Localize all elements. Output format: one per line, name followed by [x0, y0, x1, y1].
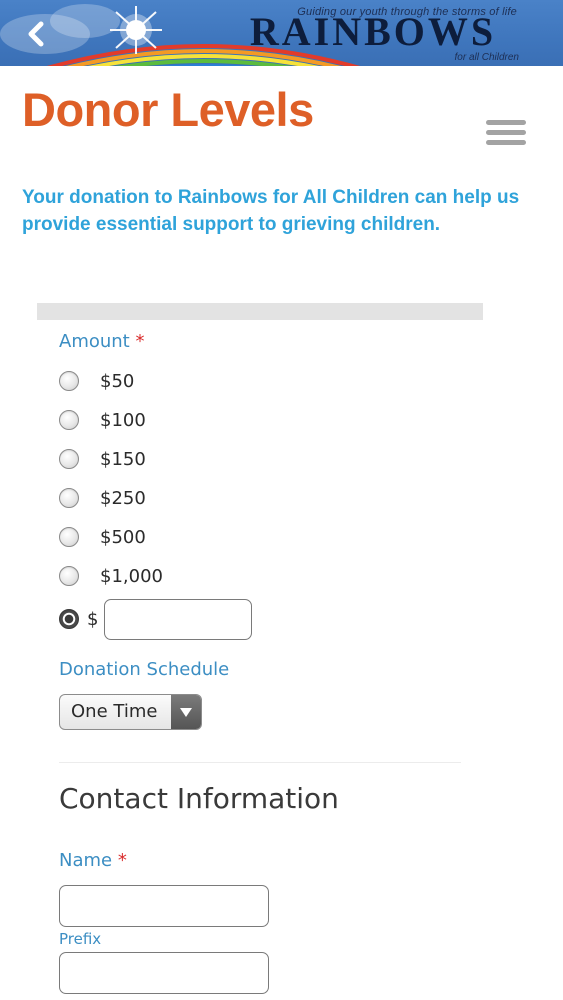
contact-section-title: Contact Information	[59, 782, 339, 815]
radio-button[interactable]	[59, 566, 79, 586]
amount-option-100[interactable]: $100	[59, 408, 146, 432]
radio-button[interactable]	[59, 449, 79, 469]
header-banner: Guiding our youth through the storms of …	[0, 0, 563, 66]
radio-button[interactable]	[59, 410, 79, 430]
required-asterisk: *	[117, 850, 127, 871]
donation-schedule-label: Donation Schedule	[59, 659, 230, 680]
brand-subtitle: for all Children	[454, 52, 519, 63]
form-header-bar	[37, 303, 483, 320]
amount-option-500[interactable]: $500	[59, 525, 146, 549]
first-name-input[interactable]	[59, 952, 269, 994]
back-button[interactable]	[22, 16, 52, 50]
sun-icon	[110, 6, 162, 54]
prefix-label: Prefix	[59, 930, 102, 948]
intro-text: Your donation to Rainbows for All Childr…	[22, 187, 520, 235]
radio-button[interactable]	[59, 488, 79, 508]
page-title: Donor Levels	[22, 83, 314, 136]
radio-button[interactable]	[59, 527, 79, 547]
custom-amount-input[interactable]	[104, 599, 252, 640]
amount-option-1000[interactable]: $1,000	[59, 564, 163, 588]
select-value: One Time	[71, 701, 158, 722]
amount-option-custom[interactable]: $	[59, 607, 98, 631]
amount-label: Amount *	[59, 331, 145, 352]
name-label: Name *	[59, 850, 127, 871]
prefix-input[interactable]	[59, 885, 269, 927]
amount-option-250[interactable]: $250	[59, 486, 146, 510]
section-divider	[59, 762, 461, 763]
amount-option-50[interactable]: $50	[59, 369, 134, 393]
chevron-left-icon	[28, 21, 44, 47]
donation-schedule-select[interactable]: One Time	[59, 694, 202, 730]
brand-logo-text: RAINBOWS	[249, 9, 497, 54]
amount-option-150[interactable]: $150	[59, 447, 146, 471]
radio-button-selected[interactable]	[59, 609, 79, 629]
triangle-down-icon	[180, 708, 192, 717]
dropdown-arrow	[171, 695, 201, 729]
required-asterisk: *	[135, 331, 145, 352]
radio-button[interactable]	[59, 371, 79, 391]
hamburger-menu-icon[interactable]	[486, 120, 526, 152]
